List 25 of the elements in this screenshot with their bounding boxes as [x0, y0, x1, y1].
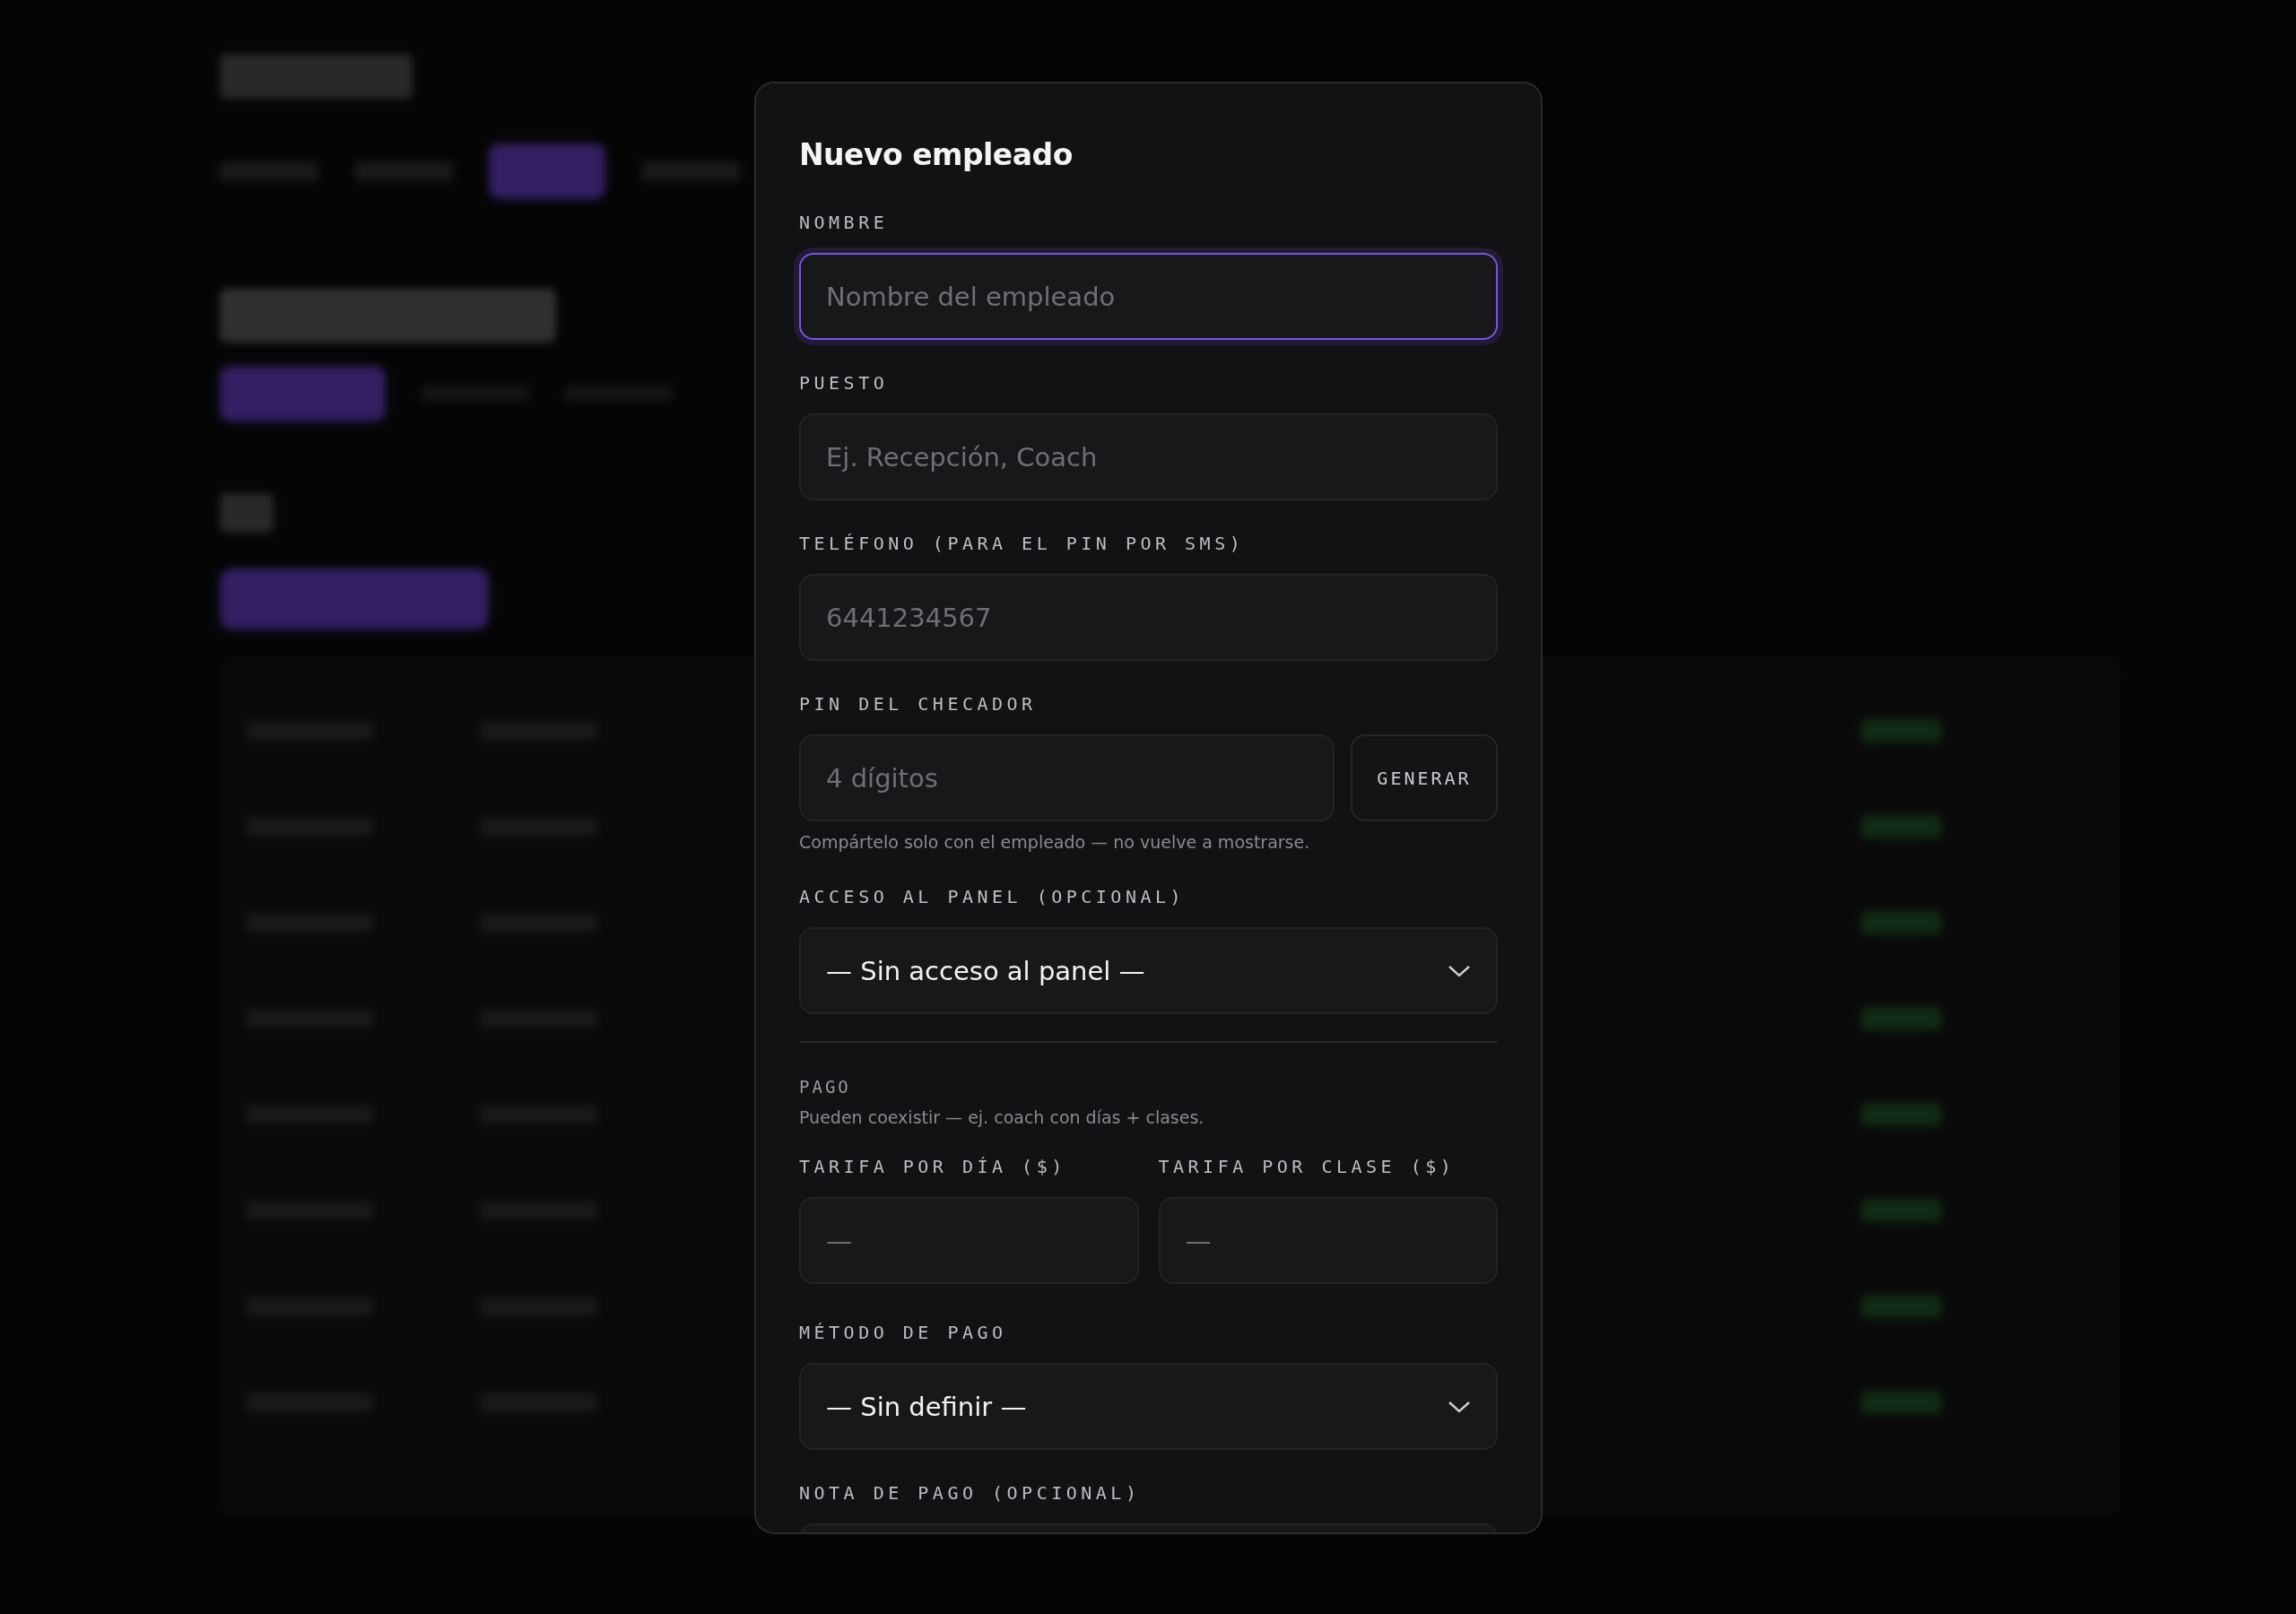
field-label: TELÉFONO (PARA EL PIN POR SMS) [799, 533, 1246, 554]
field-label: PUESTO [799, 372, 890, 394]
input-field[interactable]: Nombre del empleado [799, 253, 1498, 340]
input-field[interactable]: 6441234567 [799, 574, 1498, 661]
field-label: ACCESO AL PANEL (OPCIONAL) [799, 886, 1187, 907]
chevron-down-icon [1448, 1399, 1471, 1414]
field-label: TARIFA POR DÍA ($) [799, 1156, 1067, 1177]
field-label: TARIFA POR CLASE ($) [1158, 1156, 1457, 1177]
field-label: PIN DEL CHECADOR [799, 693, 1038, 715]
help-text: Compártelo solo con el empleado — no vuelve a mostrarse. [799, 832, 1311, 852]
dropdown[interactable]: — Sin acceso al panel — [799, 927, 1498, 1014]
help-text: Pueden coexistir — ej. coach con días + clases. [799, 1107, 1205, 1127]
input-field[interactable]: — [799, 1197, 1139, 1284]
dialog-title: Nuevo empleado [799, 137, 1074, 172]
section-heading: PAGO [799, 1077, 852, 1097]
input-field[interactable]: — [1158, 1197, 1498, 1284]
input-field[interactable]: Ej. Recepción, Coach [799, 413, 1498, 500]
generate-button[interactable]: GENERAR [1351, 734, 1498, 821]
field-label: MÉTODO DE PAGO [799, 1322, 1008, 1343]
blurred-count [220, 493, 274, 533]
input-field[interactable]: 4 dígitos [799, 734, 1335, 821]
dropdown[interactable]: — Sin definir — [799, 1363, 1498, 1450]
chevron-down-icon [1448, 963, 1471, 978]
field-label: NOTA DE PAGO (OPCIONAL) [799, 1482, 1142, 1504]
field-label: NOMBRE [799, 212, 890, 233]
